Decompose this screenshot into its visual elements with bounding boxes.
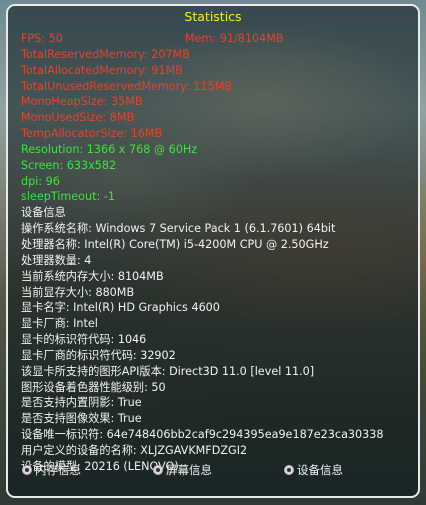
screen-size: Screen: 633x582 [21, 158, 117, 172]
sleep-timeout: sleepTimeout: -1 [21, 190, 115, 204]
radio-button-icon[interactable] [22, 465, 32, 475]
system-memory-size: 当前系统内存大小: 8104MB [21, 269, 164, 283]
shader-level: 图形设备着色器性能级别: 50 [21, 380, 166, 394]
supports-image-effects: 是否支持图像效果: True [21, 412, 142, 426]
tab-screen-info[interactable]: 屏幕信息 [153, 462, 212, 478]
total-allocated-memory: TotalAllocatedMemory: 91MB [21, 63, 183, 77]
mono-used-size: MonoUsedSize: 8MB [21, 111, 135, 125]
graphics-memory-size: 当前显存大小: 880MB [21, 285, 135, 299]
processor-count: 处理器数量: 4 [21, 253, 92, 267]
window-title: Statistics [184, 9, 242, 24]
processor-name: 处理器名称: Intel(R) Core(TM) i5-4200M CPU @ … [21, 237, 329, 251]
tab-memory-info-label: 内存信息 [35, 463, 81, 477]
os-name: 操作系统名称: Windows 7 Service Pack 1 (6.1.76… [21, 222, 336, 236]
fps-value: FPS: 50 [21, 32, 63, 45]
resolution: Resolution: 1366 x 768 @ 60Hz [21, 142, 198, 156]
graphics-api-version: 该显卡所支持的图形API版本: Direct3D 11.0 [level 11.… [21, 364, 315, 378]
graphics-vendor: 显卡厂商: Intel [21, 317, 98, 331]
graphics-vendor-id: 显卡厂商的标识符代码: 32902 [21, 348, 176, 362]
memory-usage-value: Mem: 91/8104MB [185, 32, 284, 45]
graphics-device-id: 显卡的标识符代码: 1046 [21, 333, 147, 347]
tab-device-info-label: 设备信息 [297, 463, 343, 477]
radio-button-icon[interactable] [153, 465, 163, 475]
tab-screen-info-label: 屏幕信息 [166, 463, 212, 477]
device-name: 用户定义的设备的名称: XLJZGAVKMFDZGI2 [21, 443, 248, 457]
tab-memory-info[interactable]: 内存信息 [22, 462, 81, 478]
dpi: dpi: 96 [21, 174, 60, 188]
temp-allocator-size: TempAllocatorSize: 16MB [21, 127, 163, 141]
info-tab-bar: 内存信息 屏幕信息 设备信息 [8, 462, 418, 478]
graphics-device-name: 显卡名字: Intel(R) HD Graphics 4600 [21, 301, 220, 315]
total-reserved-memory: TotalReservedMemory: 207MB [21, 47, 190, 61]
tab-device-info[interactable]: 设备信息 [284, 462, 343, 478]
device-info-header: 设备信息 [21, 206, 66, 220]
supports-shadows: 是否支持内置阴影: True [21, 396, 142, 410]
fps-memory-row: FPS: 50 Mem: 91/8104MB [21, 31, 417, 47]
radio-button-icon[interactable] [284, 465, 294, 475]
statistics-window: Statistics FPS: 50 Mem: 91/8104MB TotalR… [6, 4, 420, 498]
stats-list: FPS: 50 Mem: 91/8104MB TotalReservedMemo… [21, 31, 417, 475]
mono-heap-size: MonoHeapSize: 35MB [21, 95, 143, 109]
total-unused-reserved-memory: TotalUnusedReservedMemory: 115MB [21, 79, 233, 93]
device-unique-identifier: 设备唯一标识符: 64e748406bb2caf9c294395ea9e187e… [21, 428, 384, 442]
